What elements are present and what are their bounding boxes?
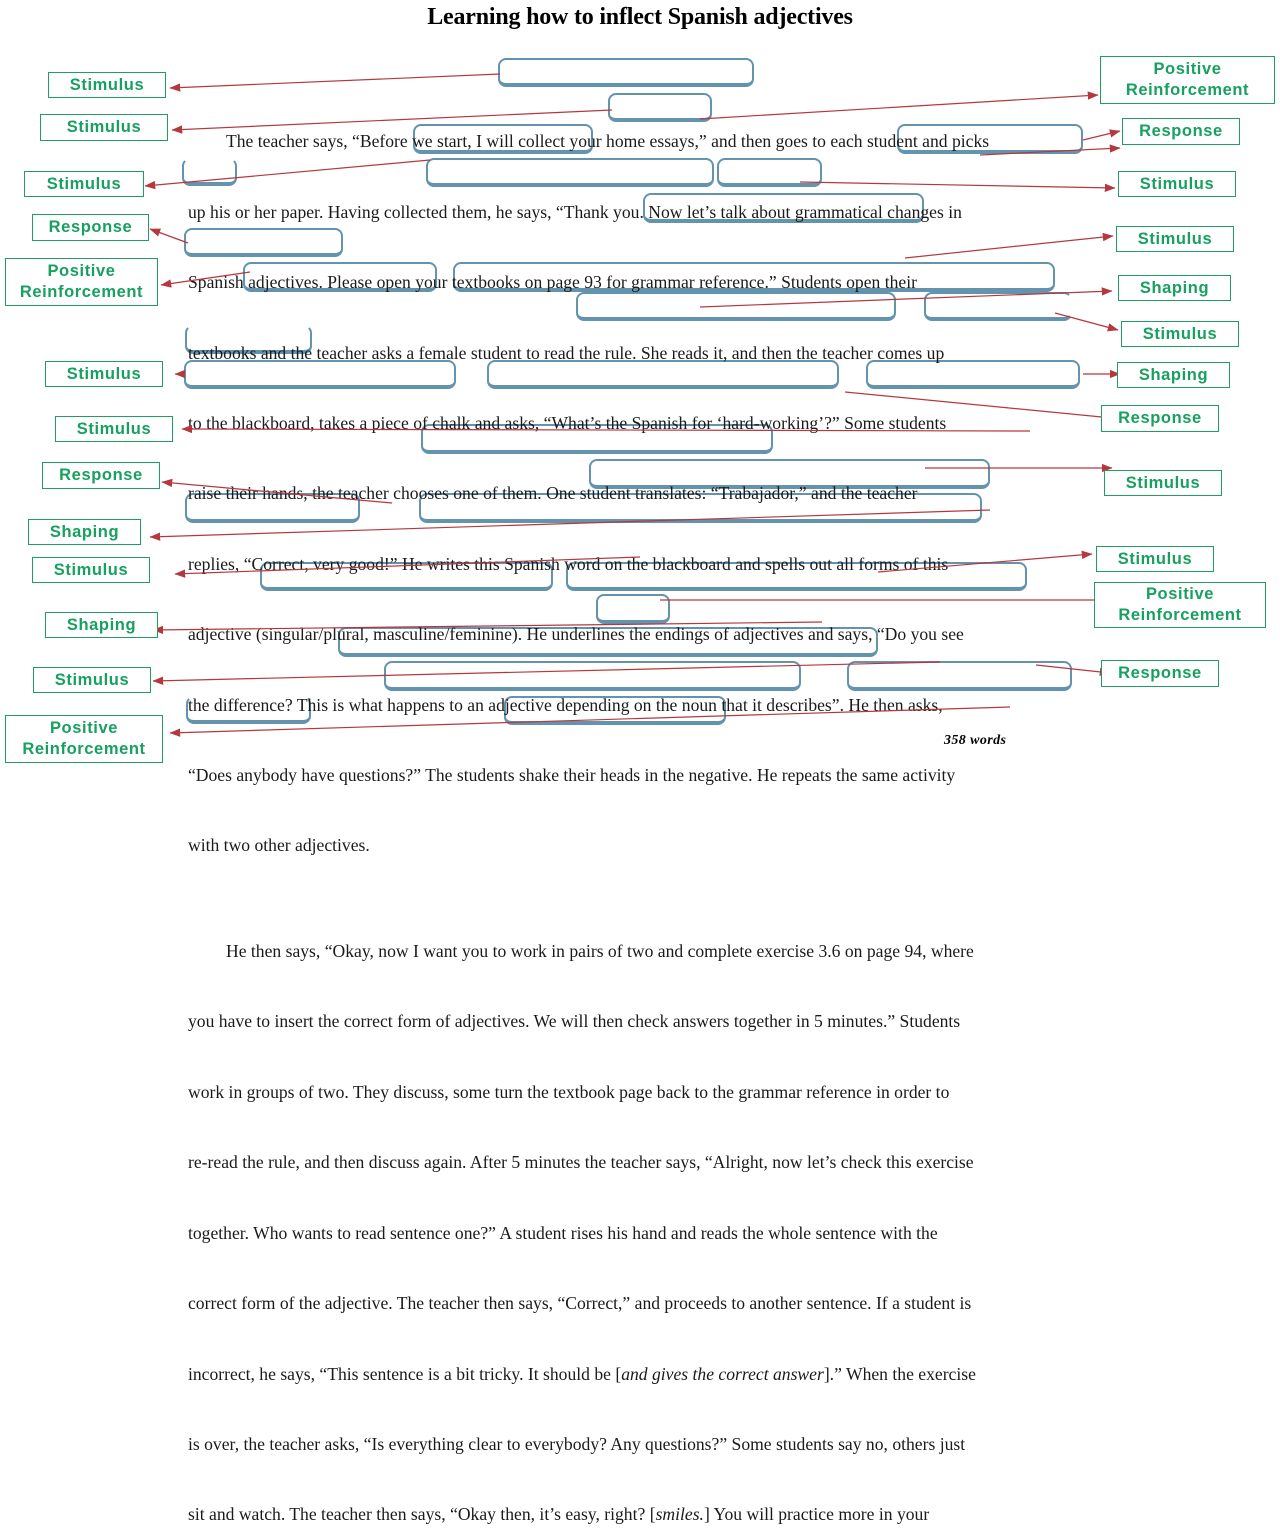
- annotation-label-stimulus[interactable]: Stimulus: [33, 667, 151, 693]
- line-text: ] You will practice more in your: [703, 1504, 930, 1525]
- annotation-label-stimulus[interactable]: Stimulus: [40, 114, 168, 141]
- annotation-label-positive-reinforcement[interactable]: Positive Reinforcement: [5, 715, 163, 763]
- passage-line: incorrect, he says, “This sentence is a …: [188, 1357, 1072, 1392]
- label-text: Stimulus: [54, 670, 130, 689]
- passage-line: is over, the teacher asks, “Is everythin…: [188, 1427, 1072, 1462]
- annotation-label-stimulus[interactable]: Stimulus: [45, 361, 163, 387]
- passage-line: He then says, “Okay, now I want you to w…: [188, 934, 1072, 969]
- passage-line: you have to insert the correct form of a…: [188, 1004, 1072, 1039]
- line-text: is over, the teacher asks, “Is everythin…: [188, 1433, 966, 1454]
- stage-direction-text: and gives the correct answer: [621, 1363, 824, 1384]
- annotation-label-stimulus[interactable]: Stimulus: [1116, 226, 1234, 252]
- annotation-label-stimulus[interactable]: Stimulus: [48, 72, 166, 98]
- label-text: Stimulus: [46, 174, 122, 193]
- passage-line: with two other adjectives.: [188, 828, 1072, 863]
- annotation-label-positive-reinforcement[interactable]: Positive Reinforcement: [1100, 56, 1275, 104]
- annotation-label-shaping[interactable]: Shaping: [45, 612, 158, 638]
- label-text: Stimulus: [76, 419, 152, 438]
- annotation-label-positive-reinforcement[interactable]: Positive Reinforcement: [5, 258, 158, 306]
- label-text: Response: [1118, 409, 1202, 427]
- annotation-label-stimulus[interactable]: Stimulus: [1118, 171, 1236, 197]
- label-text: Response: [48, 218, 133, 236]
- label-text: Positive Reinforcement: [1118, 585, 1242, 624]
- annotation-label-stimulus[interactable]: Stimulus: [1104, 470, 1222, 496]
- passage-line: replies, “Correct, very good!” He writes…: [188, 547, 1072, 582]
- label-text: Stimulus: [1139, 174, 1215, 193]
- passage-line: together. Who wants to read sentence one…: [188, 1216, 1072, 1251]
- passage-line: raise their hands, the teacher chooses o…: [188, 476, 1072, 511]
- line-text: correct form of the adjective. The teach…: [188, 1293, 972, 1314]
- annotation-label-stimulus[interactable]: Stimulus: [24, 171, 144, 197]
- annotation-label-response[interactable]: Response: [32, 214, 149, 241]
- line-text: raise their hands, the teacher chooses o…: [188, 483, 918, 504]
- line-text: adjective (singular/plural, masculine/fe…: [188, 624, 964, 645]
- line-text: He then says, “Okay, now I want you to w…: [226, 941, 974, 962]
- line-text: together. Who wants to read sentence one…: [188, 1222, 938, 1243]
- line-text: with two other adjectives.: [188, 835, 370, 856]
- label-text: Shaping: [1139, 278, 1210, 297]
- label-text: Shaping: [66, 615, 137, 634]
- passage-line: Spanish adjectives. Please open your tex…: [188, 265, 1072, 300]
- label-text: Stimulus: [66, 364, 142, 383]
- annotation-label-stimulus[interactable]: Stimulus: [1121, 321, 1239, 347]
- line-text: ].” When the exercise: [823, 1363, 976, 1384]
- passage-line: up his or her paper. Having collected th…: [188, 195, 1072, 230]
- passage-line: adjective (singular/plural, masculine/fe…: [188, 617, 1072, 652]
- label-text: Stimulus: [69, 75, 145, 94]
- passage-line: to the blackboard, takes a piece of chal…: [188, 406, 1072, 441]
- label-text: Response: [1139, 122, 1223, 140]
- annotation-label-shaping[interactable]: Shaping: [1118, 275, 1231, 301]
- passage-line: correct form of the adjective. The teach…: [188, 1286, 1072, 1321]
- label-text: Shaping: [49, 522, 120, 541]
- passage-line: the difference? This is what happens to …: [188, 688, 1072, 723]
- passage-body: The teacher says, “Before we start, I wi…: [188, 54, 1072, 1534]
- line-text: incorrect, he says, “This sentence is a …: [188, 1363, 622, 1384]
- line-text: the difference? This is what happens to …: [188, 694, 943, 715]
- label-text: Stimulus: [1137, 229, 1213, 248]
- label-text: Stimulus: [1125, 473, 1201, 492]
- passage-line: re-read the rule, and then discuss again…: [188, 1145, 1072, 1180]
- page-title: Learning how to inflect Spanish adjectiv…: [427, 4, 853, 30]
- annotated-document-canvas: Learning how to inflect Spanish adjectiv…: [0, 0, 1280, 1524]
- label-text: Stimulus: [1142, 324, 1218, 343]
- annotation-label-shaping[interactable]: Shaping: [28, 519, 141, 545]
- passage-line: textbooks and the teacher asks a female …: [188, 336, 1072, 371]
- label-text: Positive Reinforcement: [1125, 60, 1250, 99]
- label-text: Positive Reinforcement: [22, 719, 146, 758]
- line-text: “Does anybody have questions?” The stude…: [188, 765, 956, 786]
- label-text: Response: [59, 466, 143, 484]
- word-count: 358 words: [944, 733, 1007, 748]
- line-text: work in groups of two. They discuss, som…: [188, 1081, 950, 1102]
- passage-line: sit and watch. The teacher then says, “O…: [188, 1497, 1072, 1532]
- line-text: Spanish adjectives. Please open your tex…: [188, 272, 917, 293]
- annotation-label-stimulus[interactable]: Stimulus: [55, 416, 173, 442]
- annotation-label-response[interactable]: Response: [1122, 118, 1240, 145]
- line-text: The teacher says, “Before we start, I wi…: [226, 131, 990, 152]
- line-text: replies, “Correct, very good!” He writes…: [188, 553, 949, 574]
- annotation-label-shaping[interactable]: Shaping: [1117, 362, 1230, 388]
- label-text: Stimulus: [66, 118, 142, 136]
- passage-line: “Does anybody have questions?” The stude…: [188, 758, 1072, 793]
- line-text: to the blackboard, takes a piece of chal…: [188, 413, 947, 434]
- label-text: Response: [1118, 664, 1202, 682]
- annotation-label-response[interactable]: Response: [1101, 405, 1219, 432]
- label-text: Stimulus: [53, 560, 129, 579]
- annotation-label-stimulus[interactable]: Stimulus: [1096, 546, 1214, 572]
- annotation-label-response[interactable]: Response: [42, 462, 160, 489]
- label-text: Stimulus: [1117, 549, 1193, 568]
- line-text: textbooks and the teacher asks a female …: [188, 342, 945, 363]
- label-text: Positive Reinforcement: [19, 262, 144, 301]
- line-text: you have to insert the correct form of a…: [188, 1011, 961, 1032]
- annotation-label-stimulus[interactable]: Stimulus: [32, 557, 150, 583]
- passage-line: The teacher says, “Before we start, I wi…: [188, 124, 1072, 159]
- label-text: Shaping: [1138, 365, 1209, 384]
- line-text: up his or her paper. Having collected th…: [188, 201, 962, 222]
- line-text: sit and watch. The teacher then says, “O…: [188, 1504, 656, 1525]
- passage-line: work in groups of two. They discuss, som…: [188, 1075, 1072, 1110]
- annotation-label-positive-reinforcement[interactable]: Positive Reinforcement: [1094, 582, 1266, 628]
- annotation-label-response[interactable]: Response: [1101, 660, 1219, 687]
- stage-direction-text: smiles.: [655, 1504, 704, 1525]
- line-text: re-read the rule, and then discuss again…: [188, 1152, 974, 1173]
